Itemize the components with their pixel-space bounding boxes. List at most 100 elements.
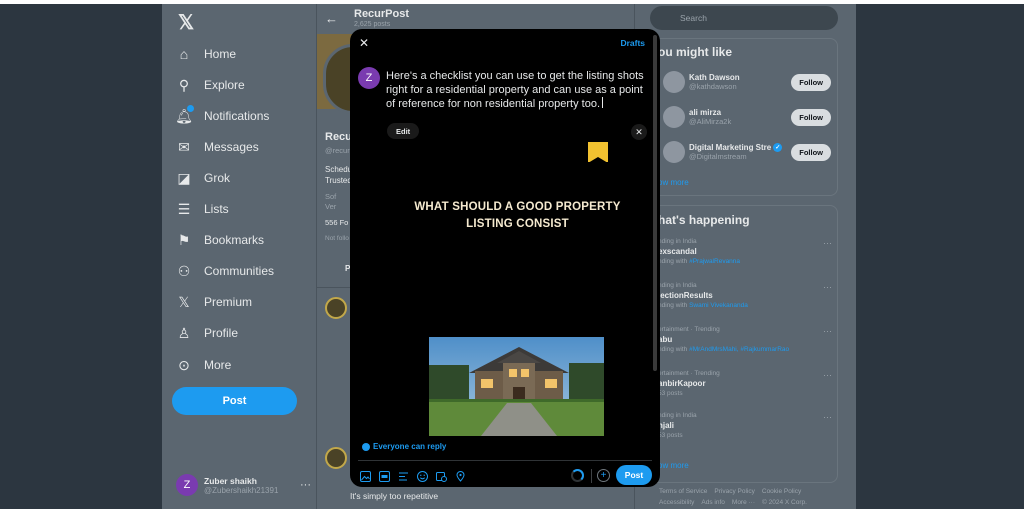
footer-link[interactable]: Cookie Policy [762, 488, 801, 495]
sidebar-item-label: Messages [204, 140, 259, 154]
avatar [663, 141, 685, 163]
x-logo-icon[interactable]: 𝕏 [178, 10, 194, 35]
trend-name: njali [658, 421, 675, 430]
footer-link[interactable]: Terms of Service [659, 488, 707, 495]
profile-bio: Trusted [325, 176, 352, 185]
right-sidebar: ⚲ ou might like Kath Dawson@kathdawsonFo… [650, 4, 840, 509]
suggestion-item[interactable]: Digital Marketing Stre ✓ @Digitalmstream Fo… [663, 137, 831, 167]
sidebar-item-label: Premium [204, 295, 253, 309]
post-button[interactable]: Post [616, 465, 652, 485]
x-logo-icon: 𝕏 [178, 293, 190, 310]
sidebar-item-more[interactable]: ⊙ More [172, 351, 231, 379]
post-avatar[interactable] [325, 297, 347, 319]
edit-media-button[interactable]: Edit [387, 123, 420, 139]
suggestion-item[interactable]: Kath Dawson @kathdawson Follow [663, 67, 831, 97]
trend-tag[interactable]: #PrajwalRevanna [689, 258, 740, 265]
more-icon[interactable]: ··· [823, 370, 832, 380]
footer-link[interactable]: More ··· [732, 499, 755, 506]
more-icon[interactable]: ··· [823, 282, 832, 292]
sidebar-item-communities[interactable]: ⚇ Communities [172, 257, 274, 285]
more-icon[interactable]: ··· [823, 412, 832, 422]
remove-media-icon[interactable]: ✕ [631, 124, 647, 140]
post-avatar[interactable] [325, 447, 347, 469]
more-circle-icon: ⊙ [178, 356, 190, 373]
reply-setting-label: Everyone can reply [373, 442, 447, 451]
compose-textarea[interactable]: Here's a checklist you can use to get th… [386, 70, 651, 112]
footer-link[interactable]: Accessibility [659, 499, 694, 506]
post-button[interactable]: Post [172, 387, 297, 415]
followed-by: Not follo [325, 235, 349, 242]
compose-dialog: ✕ Drafts Z Here's a checklist you can us… [350, 29, 660, 487]
trend-item[interactable]: nding in India njali 53 posts ··· [658, 412, 832, 439]
sidebar-item-home[interactable]: ⌂ Home [172, 40, 236, 68]
emoji-icon[interactable] [415, 469, 429, 483]
trend-item[interactable]: nding in India exscandal nding with #Prajw… [658, 238, 832, 265]
sidebar-item-messages[interactable]: ✉ Messages [172, 133, 259, 161]
sidebar-item-label: More [204, 358, 232, 372]
show-more-link[interactable]: ow more [658, 461, 689, 470]
panel-title: ou might like [658, 45, 733, 59]
gif-icon[interactable] [377, 469, 391, 483]
sidebar-item-label: Profile [204, 326, 239, 340]
sidebar-item-label: Notifications [204, 109, 270, 123]
more-icon[interactable]: ··· [300, 479, 311, 491]
trend-category: nding in India [658, 238, 697, 245]
profile-verified: Ver [325, 202, 337, 211]
more-icon[interactable]: ··· [823, 238, 832, 248]
suggestion-item[interactable]: ali mirza @AliMirza2k Follow [663, 102, 831, 132]
follower-count[interactable]: 556 Fo [325, 218, 348, 227]
sidebar-item-label: Explore [204, 78, 245, 92]
divider [358, 460, 652, 461]
trend-item[interactable]: ertainment · Trending abu nding with #MrAn… [658, 326, 832, 353]
trend-category: ertainment · Trending [658, 326, 720, 333]
house-image [429, 337, 604, 436]
image-headline: WHAT SHOULD A GOOD PROPERTY LISTING CONS… [414, 201, 621, 230]
right-margin [856, 4, 1024, 509]
show-more-link[interactable]: ow more [658, 178, 689, 187]
trend-item[interactable]: ertainment · Trending anbirKapoor 53 posts… [658, 370, 832, 397]
globe-icon [362, 442, 370, 451]
sidebar-item-explore[interactable]: ⚲ Explore [172, 71, 245, 99]
location-icon[interactable] [453, 469, 467, 483]
account-switcher[interactable]: Z Zuber shaikh @Zubershaikh21391 ··· [176, 474, 311, 496]
suggestion-handle: @Digitalmstream [689, 152, 747, 161]
sidebar-item-bookmarks[interactable]: ⚑ Bookmarks [172, 226, 264, 254]
user-name: Zuber shaikh [204, 475, 257, 486]
back-arrow-icon[interactable]: ← [325, 11, 338, 26]
more-icon[interactable]: ··· [823, 326, 832, 336]
image-icon[interactable] [358, 469, 372, 483]
footer-link[interactable]: Privacy Policy [714, 488, 754, 495]
sidebar-item-profile[interactable]: ♙ Profile [172, 319, 238, 347]
search-input[interactable] [650, 6, 838, 30]
sidebar-item-grok[interactable]: ◪ Grok [172, 164, 230, 192]
follow-button[interactable]: Follow [791, 143, 831, 161]
footer-link[interactable]: © 2024 X Corp. [762, 499, 807, 506]
schedule-icon[interactable] [434, 469, 448, 483]
bell-icon: 🔔︎ [172, 104, 196, 125]
suggestion-name-text: Digital Marketing Stre [689, 143, 772, 152]
reply-setting-button[interactable]: Everyone can reply [362, 442, 446, 451]
suggestion-handle: @AliMirza2k [689, 117, 732, 126]
verified-badge-icon: ✓ [773, 143, 783, 152]
home-icon: ⌂ [179, 46, 189, 62]
footer-link[interactable]: Ads info [701, 499, 725, 506]
trend-item[interactable]: nding in India lectionResults nding with S… [658, 282, 832, 309]
sidebar-item-premium[interactable]: 𝕏 Premium [172, 288, 252, 316]
add-post-icon[interactable]: + [597, 469, 610, 482]
trend-tag[interactable]: Swami Vivekananda [689, 302, 748, 309]
sidebar-item-notifications[interactable]: 🔔︎ Notifications [172, 102, 269, 130]
close-icon[interactable]: ✕ [359, 36, 369, 50]
trend-tag[interactable]: #MrAndMrsMahi, #RajkummarRao [689, 346, 789, 353]
follow-button[interactable]: Follow [791, 73, 831, 91]
sidebar-item-label: Lists [204, 202, 229, 216]
scrollbar[interactable] [653, 35, 657, 371]
follow-button[interactable]: Follow [791, 108, 831, 126]
profile-handle: @recur [325, 146, 350, 155]
sidebar-item-lists[interactable]: ☰ Lists [172, 195, 229, 223]
drafts-link[interactable]: Drafts [620, 38, 645, 48]
trend-name: anbirKapoor [658, 379, 706, 388]
poll-icon[interactable] [396, 469, 410, 483]
suggestion-name: Digital Marketing Stre ✓ [689, 143, 791, 152]
trends-panel: hat's happening nding in India exscandal n… [650, 205, 838, 483]
profile-category: Sof [325, 192, 337, 201]
